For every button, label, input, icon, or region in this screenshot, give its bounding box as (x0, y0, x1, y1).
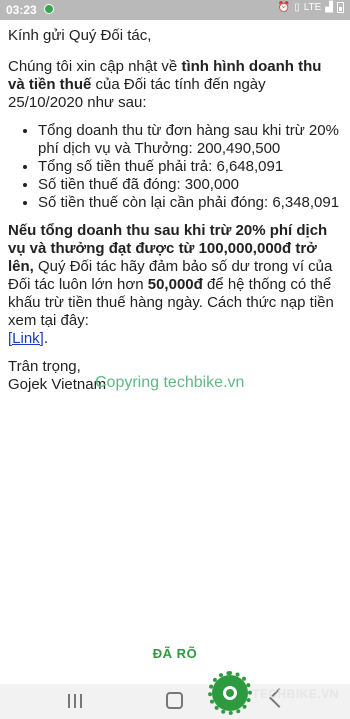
acknowledge-button[interactable]: ĐÃ RÕ (0, 646, 350, 661)
topup-link[interactable]: [Link] (8, 330, 44, 347)
greeting: Kính gửi Quý Đối tác, (8, 27, 152, 44)
link-after: . (43, 330, 49, 347)
message-body: Kính gửi Quý Đối tác, Chúng tôi xin cập … (8, 27, 342, 394)
notice-paragraph: Nếu tổng doanh thu sau khi trừ 20% phí d… (8, 222, 342, 348)
summary-list: Tổng doanh thu từ đơn hàng sau khi trừ 2… (8, 122, 342, 212)
intro-paragraph: Chúng tôi xin cập nhật về tình hình doan… (8, 58, 342, 112)
status-icons: ⏰ ▯ LTE ▟ (278, 2, 344, 13)
lte-icon: LTE (303, 2, 322, 13)
battery-icon (337, 2, 344, 13)
home-icon[interactable] (166, 692, 183, 709)
intro-prefix: Chúng tôi xin cập nhật về (8, 58, 182, 75)
techbike-logo-icon (208, 671, 252, 715)
vibrate-icon: ▯ (294, 2, 300, 13)
status-bar: 03:23 ⏰ ▯ LTE ▟ (0, 0, 350, 20)
signal-icon: ▟ (325, 2, 333, 13)
list-item: Tổng số tiền thuế phải trả: 6,648,091 (38, 158, 342, 176)
list-item: Số tiền thuế đã đóng: 300,000 (38, 176, 342, 194)
list-item: Tổng doanh thu từ đơn hàng sau khi trừ 2… (38, 122, 342, 158)
logo-text: TECHBIKE.VN (252, 687, 339, 701)
notice-amount: 50,000đ (147, 276, 203, 293)
list-item: Số tiền thuế còn lại cần phải đóng: 6,34… (38, 194, 342, 212)
status-time: 03:23 (6, 3, 37, 17)
recents-icon[interactable] (68, 694, 82, 708)
watermark: Copyring techbike.vn (95, 374, 245, 391)
alarm-icon: ⏰ (277, 2, 291, 13)
gojek-notification-icon (44, 4, 54, 14)
